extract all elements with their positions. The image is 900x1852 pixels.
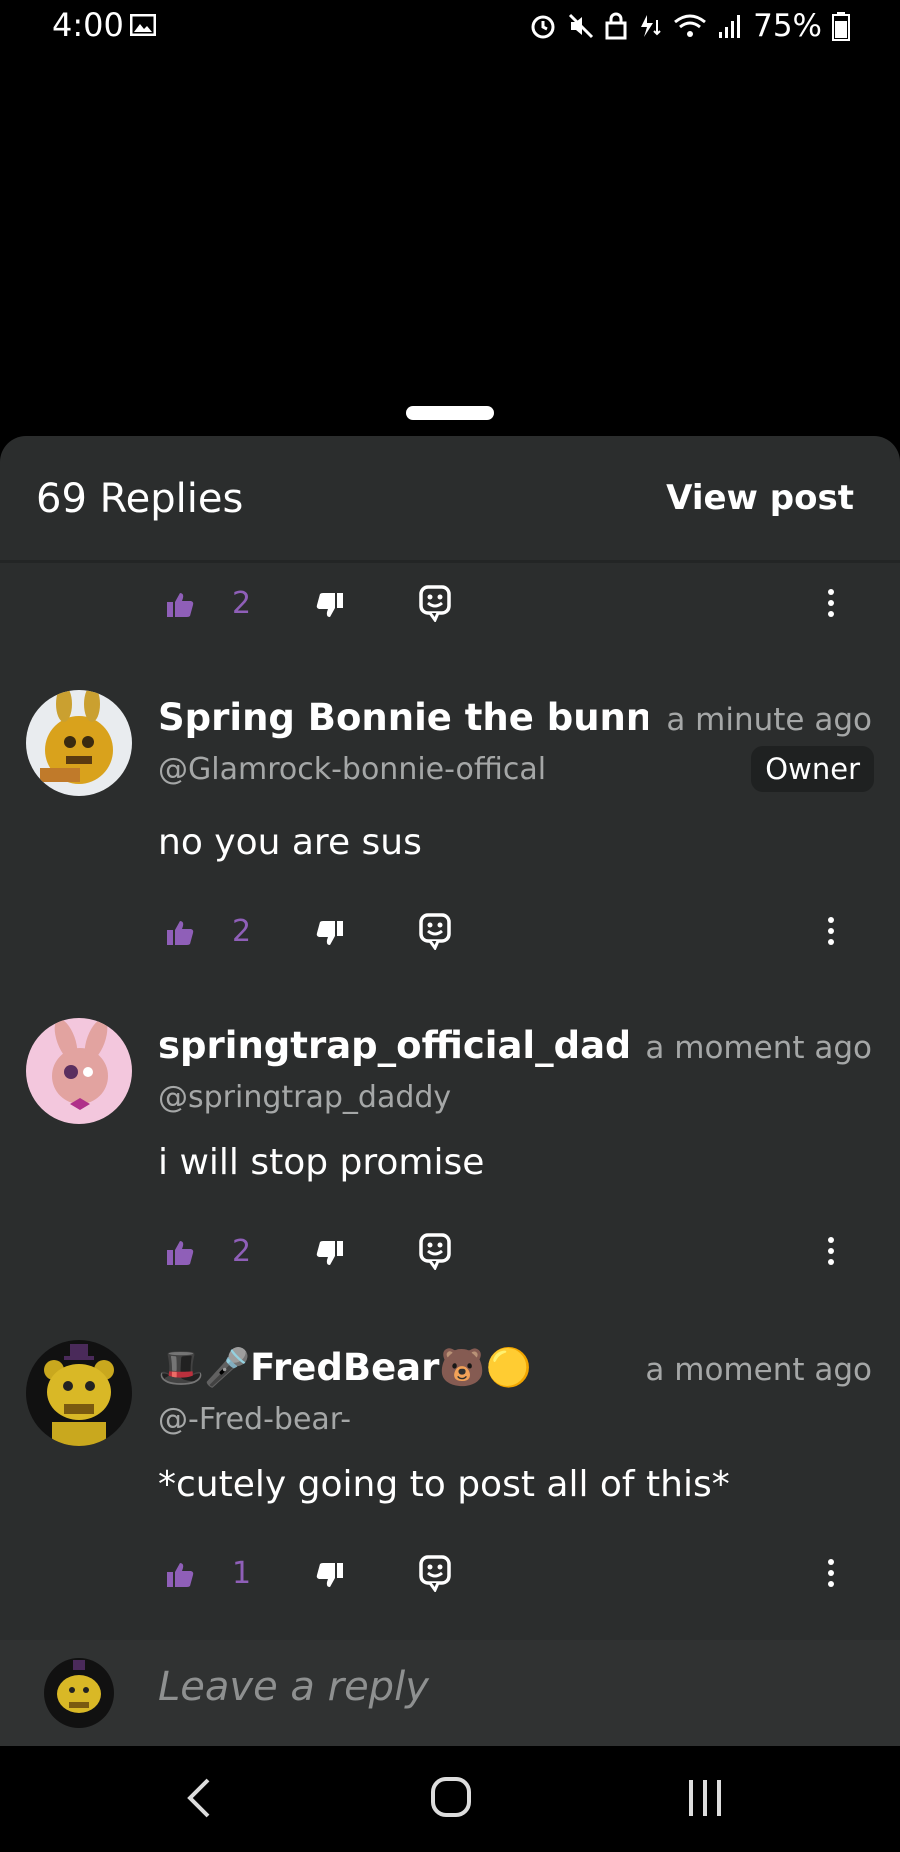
thumbs-up-icon[interactable] <box>166 920 194 946</box>
status-time: 4:00 <box>52 6 124 44</box>
thumbs-up-icon[interactable] <box>166 1562 194 1588</box>
avatar[interactable] <box>26 690 132 796</box>
more-options-icon[interactable] <box>826 916 836 946</box>
reply-icon[interactable] <box>418 1232 452 1270</box>
wifi-icon <box>674 14 707 37</box>
user-handle: @Glamrock-bonnie-offical <box>158 752 547 787</box>
view-post-button[interactable]: View post <box>666 478 854 518</box>
thumbs-down-icon[interactable] <box>316 1240 344 1266</box>
timestamp: a moment ago <box>645 1352 872 1388</box>
username[interactable]: springtrap_official_daddy <box>158 1024 628 1067</box>
mute-icon <box>569 13 594 39</box>
action-row: 2 <box>0 578 900 638</box>
timestamp: a minute ago <box>666 702 872 738</box>
action-row: 1 <box>0 1548 900 1608</box>
image-icon <box>130 14 156 36</box>
action-row: 2 <box>0 1226 900 1286</box>
back-icon[interactable] <box>184 1776 214 1820</box>
avatar[interactable] <box>26 1340 132 1446</box>
like-count: 1 <box>232 1556 252 1591</box>
recent-apps-icon[interactable] <box>686 1778 724 1818</box>
thumbs-up-icon[interactable] <box>166 592 194 618</box>
thumbs-down-icon[interactable] <box>316 1562 344 1588</box>
owner-badge: Owner <box>751 746 874 792</box>
thumbs-down-icon[interactable] <box>316 920 344 946</box>
alarm-icon <box>531 15 555 39</box>
reply-icon[interactable] <box>418 584 452 622</box>
my-avatar <box>44 1658 114 1728</box>
comment-text: no you are sus <box>158 822 422 863</box>
replies-count: 69 Replies <box>36 476 244 522</box>
data-icon <box>641 15 661 37</box>
comment-text: i will stop promise <box>158 1142 485 1183</box>
user-handle: @-Fred-bear- <box>158 1402 352 1437</box>
battery-icon <box>832 12 850 41</box>
more-options-icon[interactable] <box>826 588 836 618</box>
thumbs-up-icon[interactable] <box>166 1240 194 1266</box>
like-count: 2 <box>232 586 252 621</box>
like-count: 2 <box>232 914 252 949</box>
lock-icon <box>605 12 627 40</box>
user-handle: @springtrap_daddy <box>158 1080 452 1115</box>
more-options-icon[interactable] <box>826 1236 836 1266</box>
reply-input[interactable]: Leave a reply <box>158 1664 429 1710</box>
comment-text: *cutely going to post all of this* <box>158 1464 730 1505</box>
battery-percent: 75% <box>753 8 822 44</box>
system-nav-bar <box>0 1746 900 1852</box>
username[interactable]: 🎩🎤FredBear🐻🟡 <box>158 1346 532 1390</box>
reply-icon[interactable] <box>418 912 452 950</box>
timestamp: a moment ago <box>645 1030 872 1066</box>
avatar[interactable] <box>26 1018 132 1124</box>
action-row: 2 <box>0 906 900 966</box>
thumbs-down-icon[interactable] <box>316 592 344 618</box>
reply-bar: Leave a reply <box>0 1640 900 1746</box>
username[interactable]: Spring Bonnie the bunny <box>158 696 648 739</box>
more-options-icon[interactable] <box>826 1558 836 1588</box>
status-bar: 4:00 75% <box>0 0 900 56</box>
sheet-drag-handle[interactable] <box>406 406 494 420</box>
like-count: 2 <box>232 1234 252 1269</box>
home-icon[interactable] <box>430 1776 472 1818</box>
replies-sheet: 69 Replies View post 2 Spring Bonnie the… <box>0 436 900 1746</box>
reply-icon[interactable] <box>418 1554 452 1592</box>
signal-icon <box>719 15 741 38</box>
sheet-header: 69 Replies View post <box>0 436 900 563</box>
